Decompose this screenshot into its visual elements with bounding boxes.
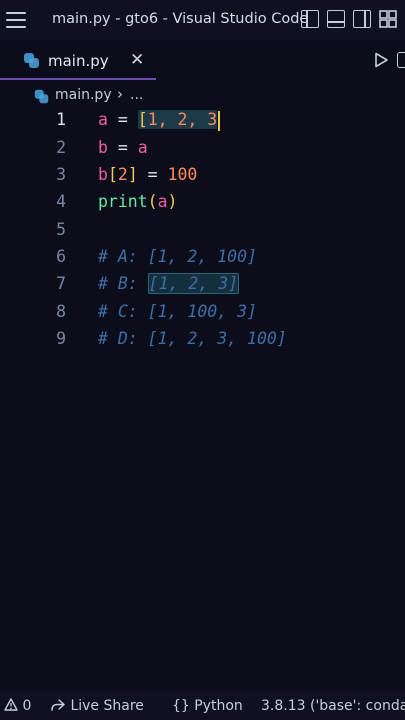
line-number: 2 — [56, 138, 66, 157]
line-number: 1 — [56, 110, 66, 129]
comment-text[interactable]: # D: [1, 2, 3, 100] — [98, 329, 287, 348]
code-editor[interactable]: 1 a = [1, 2, 3 2 b = a 3 b[2] = 100 4 pr… — [0, 108, 405, 688]
python-file-icon — [34, 89, 49, 104]
line-number: 4 — [56, 192, 66, 211]
status-bar: 0 Live Share {} Python 3.8.13 ('base': c… — [0, 692, 405, 720]
code-line[interactable]: 5 — [0, 220, 405, 247]
tab-main-py[interactable]: main.py ✕ — [0, 40, 156, 80]
breadcrumb-file[interactable]: main.py — [55, 87, 112, 103]
text-cursor — [218, 110, 221, 131]
line-number: 7 — [56, 274, 66, 293]
live-share-icon — [51, 699, 65, 711]
code-line[interactable]: 2 b = a — [0, 138, 405, 165]
problems-indicator[interactable]: 0 — [4, 698, 31, 714]
title-bar: main.py - gto6 - Visual Studio Code — [0, 0, 405, 40]
language-label: Python — [194, 698, 243, 714]
breadcrumb: main.py › ... — [0, 82, 405, 110]
active-tab-indicator — [0, 78, 156, 80]
live-share-label: Live Share — [70, 698, 144, 714]
comment-text[interactable]: # A: [1, 2, 100] — [98, 247, 257, 266]
code-line[interactable]: 7 # B: [1, 2, 3] — [0, 273, 405, 301]
close-icon[interactable]: ✕ — [130, 50, 144, 70]
problems-count: 0 — [22, 698, 32, 714]
line-number: 9 — [56, 329, 66, 348]
breadcrumb-separator: › — [117, 85, 123, 103]
customize-layout-icon[interactable] — [379, 10, 397, 28]
comment-text[interactable]: # B: [1, 2, 3] — [98, 273, 240, 294]
code-text[interactable]: b = a — [98, 138, 148, 157]
python-file-icon — [24, 53, 39, 68]
line-number: 3 — [56, 165, 66, 184]
braces-icon: {} — [172, 698, 190, 714]
code-line[interactable]: 8 # C: [1, 100, 3] — [0, 302, 405, 329]
code-text[interactable]: a = [1, 2, 3 — [98, 110, 221, 131]
tab-bar: main.py ✕ — [0, 40, 405, 82]
language-mode-button[interactable]: {} Python — [172, 698, 243, 714]
layout-controls — [301, 10, 397, 28]
line-number: 6 — [56, 247, 66, 266]
hamburger-icon[interactable] — [6, 12, 26, 28]
editor-actions-icon[interactable] — [397, 52, 405, 68]
tab-label: main.py — [48, 52, 109, 70]
code-line[interactable]: 6 # A: [1, 2, 100] — [0, 247, 405, 274]
toggle-secondary-sidebar-icon[interactable] — [353, 10, 371, 28]
interpreter-label: 3.8.13 ('base': conda) — [261, 698, 405, 714]
line-number: 5 — [56, 220, 66, 239]
breadcrumb-symbols[interactable]: ... — [130, 87, 143, 103]
live-share-button[interactable]: Live Share — [50, 698, 144, 714]
code-line[interactable]: 9 # D: [1, 2, 3, 100] — [0, 329, 405, 356]
toggle-panel-icon[interactable] — [327, 10, 345, 28]
code-text[interactable]: b[2] = 100 — [98, 165, 197, 184]
warning-icon — [4, 698, 18, 711]
code-line[interactable]: 4 print(a) — [0, 192, 405, 219]
interpreter-button[interactable]: 3.8.13 ('base': conda) — [261, 698, 405, 714]
code-line[interactable]: 3 b[2] = 100 — [0, 165, 405, 192]
toggle-sidebar-icon[interactable] — [301, 10, 319, 28]
selection-highlight: [1, 2, 3] — [147, 273, 240, 294]
window-title: main.py - gto6 - Visual Studio Code — [52, 11, 309, 27]
comment-text[interactable]: # C: [1, 100, 3] — [98, 302, 257, 321]
code-line[interactable]: 1 a = [1, 2, 3 — [0, 110, 405, 137]
line-number: 8 — [56, 302, 66, 321]
code-text[interactable]: print(a) — [98, 192, 177, 211]
play-icon[interactable] — [373, 52, 389, 68]
